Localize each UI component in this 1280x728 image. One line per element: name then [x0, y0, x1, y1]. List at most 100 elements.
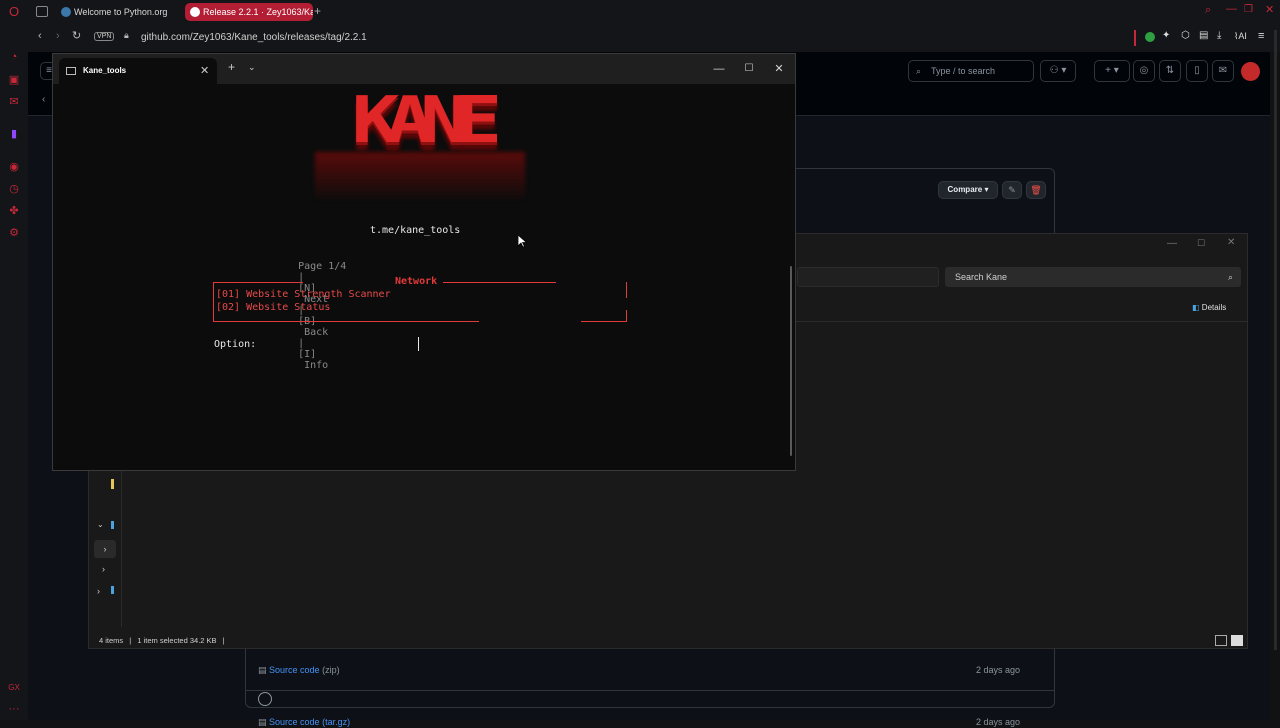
details-view-icon[interactable] [1215, 635, 1227, 646]
logo-drip [315, 152, 525, 202]
text-cursor[interactable] [418, 337, 419, 351]
inbox-icon[interactable]: ✉ [1212, 60, 1234, 82]
maximize-icon[interactable]: ☐ [735, 60, 763, 78]
chevron-down-icon[interactable]: ⌄ [97, 520, 104, 529]
extensions-icon[interactable]: ✤ [7, 204, 21, 218]
back-icon[interactable]: ‹ [38, 30, 42, 42]
github-search-input[interactable]: ⌕ Type / to search [908, 60, 1034, 82]
maximize-icon[interactable]: ☐ [1197, 238, 1205, 249]
history-icon[interactable]: ◷ [7, 182, 21, 196]
wallet-icon[interactable]: ▤ [1199, 30, 1208, 41]
vpn-badge[interactable]: VPN [94, 32, 115, 41]
tab-strip: Welcome to Python.org Release 2.2.1 · Ze… [28, 0, 1280, 24]
create-new-button[interactable]: + ▾ [1094, 60, 1130, 82]
tab-github-release[interactable]: Release 2.2.1 · Zey1063/Ka [185, 3, 313, 21]
details-button[interactable]: ◧ Details [1192, 303, 1226, 312]
file-zip-icon: ▤ [258, 717, 267, 727]
mouse-pointer-icon [518, 235, 527, 248]
download-icon[interactable]: ⤓ [1217, 30, 1221, 41]
new-tab-button[interactable]: + [314, 4, 321, 18]
more-icon[interactable]: ··· [7, 702, 21, 716]
status-bar: 4 items | 1 item selected 34.2 KB | [89, 632, 1249, 650]
box-border [213, 321, 479, 322]
box-border [213, 282, 303, 283]
restore-icon[interactable]: ❐ [1244, 4, 1253, 15]
network-menu: Network [01] Website Strength Scanner [0… [211, 276, 631, 324]
player-icon[interactable]: ◉ [7, 160, 21, 174]
selected-count: 1 item selected [137, 636, 188, 645]
chevron-right-icon[interactable]: › [102, 564, 105, 574]
explorer-search-input[interactable]: Search Kane ⌕ [945, 267, 1241, 287]
minimize-icon[interactable]: — [1167, 238, 1177, 249]
tiles-view-icon[interactable] [1231, 635, 1243, 646]
address-field[interactable] [797, 267, 939, 287]
drive-icon [111, 521, 114, 529]
new-tab-button[interactable]: + [228, 60, 235, 74]
logo-text: KANE [351, 82, 503, 158]
close-icon[interactable]: ✕ [1227, 237, 1235, 248]
asset-name[interactable]: Source code [269, 665, 320, 675]
forward-icon[interactable]: › [56, 30, 60, 42]
search-icon: ⌕ [916, 66, 922, 76]
mail-icon[interactable]: ✉ [7, 95, 21, 109]
browser-sidebar: O ◔ ▣ ✉ ▮ ◉ ◷ ✤ ⚙ GX ··· [0, 0, 28, 720]
pull-requests-icon[interactable]: ⇅ [1159, 60, 1181, 82]
close-icon[interactable]: ✕ [1265, 3, 1274, 16]
delete-icon[interactable]: 🗑︎ [1026, 181, 1046, 199]
page-indicator: Page 1/4 [298, 261, 347, 272]
terminal-tab[interactable]: Kane_tools ✕ [59, 58, 217, 84]
selected-size: 34.2 KB [189, 636, 217, 645]
aria-ai-button[interactable]: ⌇AI [1234, 31, 1247, 42]
search-placeholder: Search Kane [955, 272, 1008, 282]
puzzle-icon[interactable]: ⬡ [1181, 30, 1190, 41]
tab-title: Kane_tools [83, 66, 127, 75]
close-icon[interactable]: ✕ [765, 60, 793, 78]
gx-icon[interactable]: GX [7, 681, 21, 695]
file-zip-icon: ▤ [258, 665, 267, 675]
tab-label: Welcome to Python.org [74, 7, 168, 17]
minimize-icon[interactable]: — [705, 60, 733, 78]
edit-icon[interactable]: ✎ [1002, 181, 1022, 199]
asset-row[interactable]: ▤ Source code (zip) [258, 665, 340, 676]
avatar[interactable] [1241, 62, 1260, 81]
tab-overview-icon[interactable] [36, 6, 48, 17]
copilot-button[interactable]: ⚇ ▾ [1040, 60, 1076, 82]
minimize-icon[interactable]: — [1226, 3, 1237, 15]
search-icon[interactable]: ⌕ [1205, 4, 1211, 17]
twitch-icon[interactable]: ▮ [7, 127, 21, 141]
messenger-icon[interactable]: ◔ [7, 50, 21, 64]
settings-icon[interactable]: ⚙ [7, 226, 21, 240]
lock-icon: 🔒︎ [124, 30, 129, 40]
terminal-scrollbar[interactable] [790, 266, 792, 456]
asset-row[interactable]: ▤ Source code (tar.gz) [258, 717, 350, 728]
url-text[interactable]: github.com/Zey1063/Kane_tools/releases/t… [141, 32, 367, 43]
instagram-icon[interactable]: ▣ [7, 73, 21, 87]
chevron-left-icon[interactable]: ‹ [42, 94, 45, 105]
asset-ext: (zip) [322, 665, 340, 675]
chevron-right-icon[interactable]: › [94, 540, 116, 558]
shield-check-icon[interactable] [1145, 32, 1155, 42]
compare-button[interactable]: Compare ▾ [938, 181, 998, 199]
emoji-reaction-icon[interactable] [258, 692, 272, 706]
opera-logo-icon[interactable]: O [7, 5, 21, 19]
menu-icon[interactable]: ≡ [1258, 30, 1264, 42]
reload-icon[interactable]: ↻ [72, 29, 81, 42]
asset-name[interactable]: Source code [269, 717, 320, 727]
discussions-icon[interactable]: ▯ [1186, 60, 1208, 82]
folder-icon [111, 479, 114, 489]
extension-icon[interactable]: ✦ [1162, 30, 1170, 41]
python-favicon-icon [61, 7, 71, 17]
telegram-link: t.me/kane_tools [370, 225, 461, 236]
issues-icon[interactable]: ◎ [1133, 60, 1155, 82]
chevron-right-icon[interactable]: › [97, 586, 100, 596]
details-label: Details [1201, 303, 1227, 312]
box-border [581, 321, 627, 322]
page-scrollbar[interactable] [1274, 30, 1277, 650]
search-icon: ⌕ [1227, 272, 1233, 282]
nav-pane-divider [121, 467, 122, 627]
close-tab-icon[interactable]: ✕ [200, 58, 209, 84]
dropdown-icon[interactable]: ⌄ [248, 62, 256, 73]
asset-time: 2 days ago [976, 717, 1021, 727]
tab-python[interactable]: Welcome to Python.org [56, 3, 181, 21]
box-border [626, 310, 627, 321]
